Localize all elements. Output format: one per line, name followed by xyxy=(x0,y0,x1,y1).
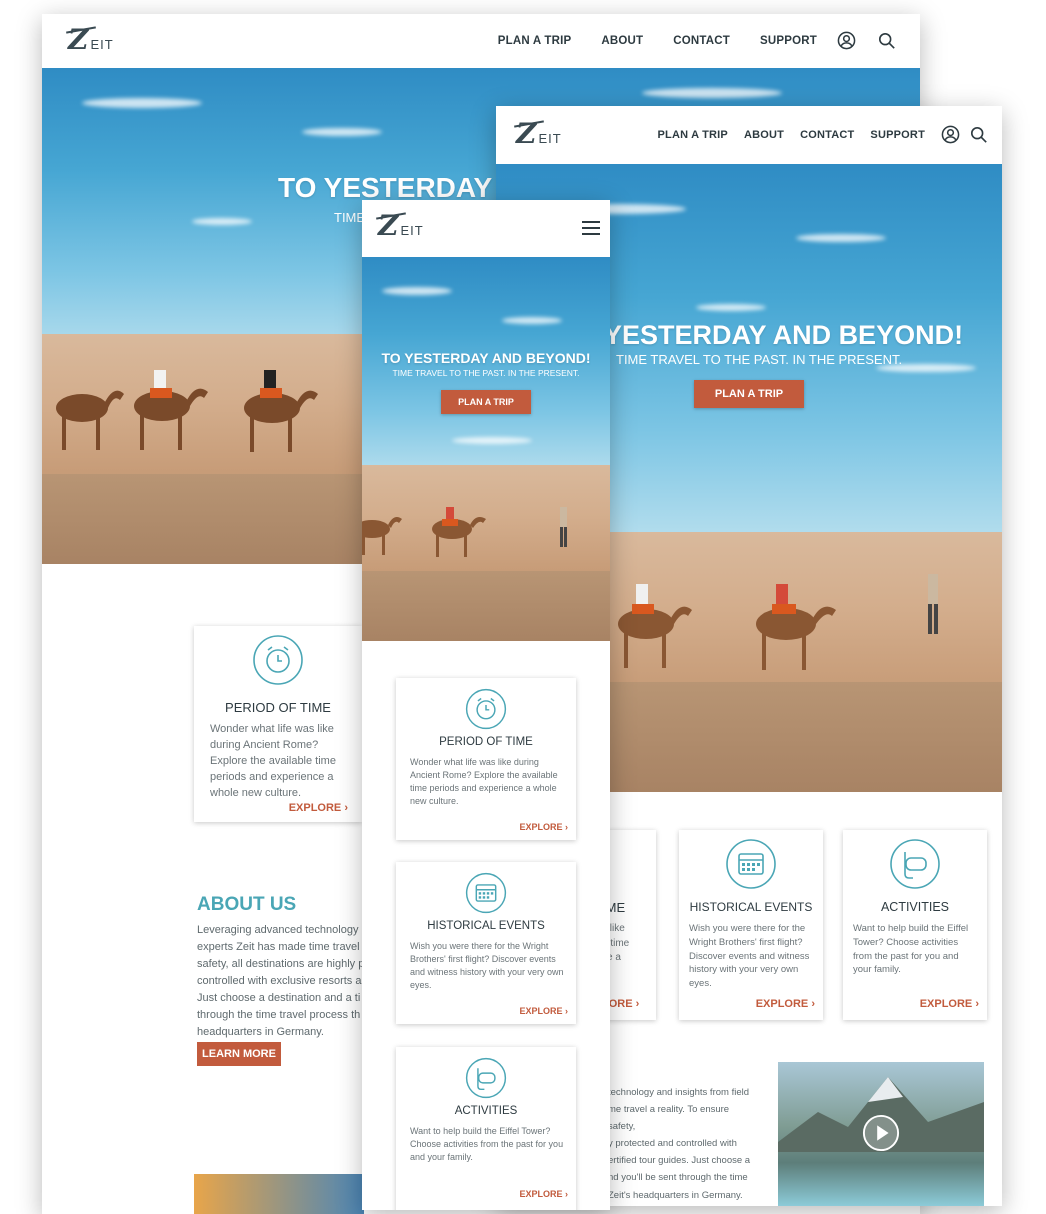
calendar-icon xyxy=(726,839,776,889)
calendar-icon xyxy=(465,872,507,914)
snorkel-mask-icon xyxy=(890,839,940,889)
camel-caravan-illustration xyxy=(618,574,938,670)
alarm-clock-icon xyxy=(253,635,303,685)
camel-caravan-illustration xyxy=(56,370,318,452)
explore-link[interactable]: EXPLORE › xyxy=(519,1189,568,1199)
card-title: IME xyxy=(602,900,626,915)
alarm-clock-icon xyxy=(465,688,507,730)
nav-support-link[interactable]: SUPPORT xyxy=(870,129,925,141)
about-us-heading: ABOUT US xyxy=(197,894,297,915)
explore-link[interactable]: EXPLORE › xyxy=(756,998,815,1010)
camel-caravan-illustration xyxy=(362,507,567,557)
explore-link[interactable]: EXPLORE › xyxy=(289,802,348,814)
explore-link[interactable]: EXPLORE › xyxy=(519,1006,568,1016)
desktop-navbar: Z EIT PLAN A TRIP ABOUT CONTACT SUPPORT xyxy=(42,14,920,68)
user-circle-icon[interactable] xyxy=(941,125,960,144)
zeit-logo[interactable]: Z EIT xyxy=(376,212,424,240)
logo-text: EIT xyxy=(400,223,424,238)
card-description: Wish you were there for the Wright Broth… xyxy=(689,923,810,990)
zeit-logo[interactable]: Z EIT xyxy=(66,26,114,54)
period-of-time-card: PERIOD OF TIME Wonder what life was like… xyxy=(194,626,362,822)
user-circle-icon[interactable] xyxy=(837,31,856,50)
play-button-icon[interactable] xyxy=(862,1114,900,1152)
hero-subtitle: TIME TRAVEL TO THE PAST. IN THE PRESENT. xyxy=(392,368,580,378)
nav-plan-trip-link[interactable]: PLAN A TRIP xyxy=(658,129,728,141)
logo-text: EIT xyxy=(90,37,114,52)
plan-trip-button[interactable]: PLAN A TRIP xyxy=(441,390,531,414)
card-title: PERIOD OF TIME xyxy=(225,700,331,715)
activities-card: ACTIVITIES Want to help build the Eiffel… xyxy=(396,1047,576,1210)
snorkel-mask-icon xyxy=(465,1057,507,1099)
hero-subtitle: TIME TRAVEL TO THE PAST. IN THE PRESENT. xyxy=(616,352,903,367)
nav-about-link[interactable]: ABOUT xyxy=(601,35,643,47)
tablet-navbar: Z EIT PLAN A TRIP ABOUT CONTACT SUPPORT xyxy=(496,106,1002,164)
explore-link[interactable]: EXPLORE › xyxy=(920,998,979,1010)
plan-trip-button[interactable]: PLAN A TRIP xyxy=(694,380,804,408)
bottom-image-strip xyxy=(194,1174,364,1214)
nav-contact-link[interactable]: CONTACT xyxy=(800,129,854,141)
hero-subtitle-partial: TIME xyxy=(334,210,366,225)
card-description: Wonder what life was like during Ancient… xyxy=(210,723,336,799)
historical-events-card: HISTORICAL EVENTS Wish you were there fo… xyxy=(396,862,576,1024)
nav-contact-link[interactable]: CONTACT xyxy=(673,35,730,47)
historical-events-card: HISTORICAL EVENTS Wish you were there fo… xyxy=(679,830,823,1020)
card-title: HISTORICAL EVENTS xyxy=(427,920,545,932)
card-description: Want to help build the Eiffel Tower? Cho… xyxy=(853,923,969,976)
card-title: PERIOD OF TIME xyxy=(439,736,533,748)
card-description: Wonder what life was like during Ancient… xyxy=(410,757,558,807)
hero-title: TO YESTERDAY AND BEYOND! xyxy=(381,350,591,366)
mobile-navbar: Z EIT xyxy=(362,200,610,257)
search-icon[interactable] xyxy=(970,126,988,144)
mobile-frame: Z EIT TO YESTERDAY AND BEYOND! TIME TRAV… xyxy=(362,200,610,1210)
explore-link[interactable]: EXPLORE › xyxy=(519,822,568,832)
period-of-time-card: PERIOD OF TIME Wonder what life was like… xyxy=(396,678,576,840)
logo-text: EIT xyxy=(538,131,562,146)
zeit-logo[interactable]: Z EIT xyxy=(514,120,562,148)
video-thumbnail[interactable] xyxy=(778,1062,984,1206)
nav-plan-trip-link[interactable]: PLAN A TRIP xyxy=(498,35,572,47)
card-title: ACTIVITIES xyxy=(880,900,950,914)
card-description: Wish you were there for the Wright Broth… xyxy=(410,941,564,991)
nav-support-link[interactable]: SUPPORT xyxy=(760,35,817,47)
card-description: Want to help build the Eiffel Tower? Cho… xyxy=(410,1126,564,1163)
about-us-text: Leveraging advanced technology experts Ze… xyxy=(197,924,365,1039)
nav-about-link[interactable]: ABOUT xyxy=(744,129,784,141)
mobile-hero: TO YESTERDAY AND BEYOND! TIME TRAVEL TO … xyxy=(362,257,610,641)
card-title: ACTIVITIES xyxy=(454,1105,518,1117)
activities-card: ACTIVITIES Want to help build the Eiffel… xyxy=(843,830,987,1020)
search-icon[interactable] xyxy=(878,32,896,50)
about-us-text-partial: technology and insights from field me tra… xyxy=(608,1087,751,1201)
hero-title-partial: YESTERDAY AND BEYOND! xyxy=(604,320,964,350)
card-title: HISTORICAL EVENTS xyxy=(689,900,813,914)
hamburger-menu-icon[interactable] xyxy=(582,221,600,235)
learn-more-button[interactable]: LEARN MORE xyxy=(197,1042,281,1066)
